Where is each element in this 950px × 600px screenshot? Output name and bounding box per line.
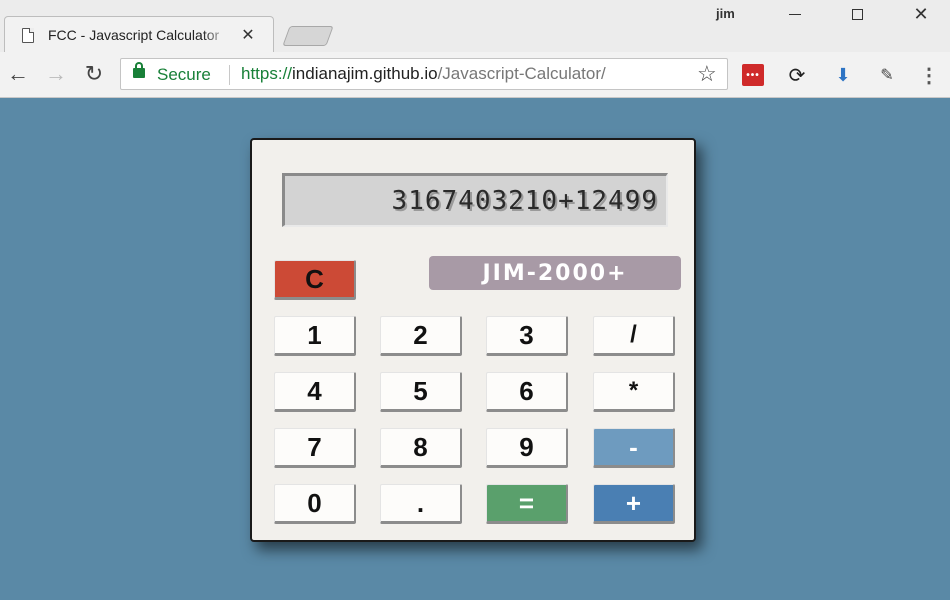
- reload-icon: ↻: [84, 61, 104, 86]
- subtract-button[interactable]: -: [593, 428, 675, 468]
- lastpass-icon[interactable]: •••: [742, 64, 764, 86]
- add-button[interactable]: +: [593, 484, 675, 524]
- equals-button[interactable]: =: [486, 484, 568, 524]
- sync-icon[interactable]: ⟳: [786, 64, 808, 87]
- forward-button[interactable]: →: [42, 60, 70, 88]
- reload-button[interactable]: ↻: [80, 60, 108, 88]
- address-separator: [229, 65, 230, 85]
- star-icon[interactable]: ☆: [697, 61, 717, 87]
- browser-toolbar: ← → ↻ Secure https://indianajim.github.i…: [0, 52, 950, 98]
- browser-title-bar: FCC - Javascript Calculator ✕ jim ✕: [0, 0, 950, 52]
- minimize-button[interactable]: [772, 0, 818, 28]
- url-scheme: https://: [241, 64, 293, 83]
- close-icon: ✕: [913, 4, 929, 24]
- key-6[interactable]: 6: [486, 372, 568, 412]
- divide-button[interactable]: /: [593, 316, 675, 356]
- key-4[interactable]: 4: [274, 372, 356, 412]
- decimal-button[interactable]: .: [380, 484, 462, 524]
- key-9[interactable]: 9: [486, 428, 568, 468]
- key-1[interactable]: 1: [274, 316, 356, 356]
- forward-arrow-icon: →: [45, 61, 67, 86]
- url-host: indianajim.github.io: [292, 64, 438, 83]
- key-7[interactable]: 7: [274, 428, 356, 468]
- back-arrow-icon: ←: [7, 61, 29, 86]
- key-2[interactable]: 2: [380, 316, 462, 356]
- lock-icon: [133, 62, 145, 78]
- page-icon: [22, 27, 34, 43]
- new-tab-button[interactable]: [282, 26, 334, 46]
- key-3[interactable]: 3: [486, 316, 568, 356]
- menu-icon[interactable]: ⋮: [918, 64, 940, 87]
- tab-title[interactable]: FCC - Javascript Calculator: [48, 27, 230, 43]
- calculator-display: 3167403210+12499: [282, 173, 668, 227]
- maximize-button[interactable]: [834, 0, 880, 28]
- minimize-icon: [789, 13, 801, 15]
- tab-close-icon[interactable]: ✕: [240, 25, 256, 45]
- download-icon[interactable]: ⬇: [832, 64, 854, 86]
- key-0[interactable]: 0: [274, 484, 356, 524]
- maximize-icon: [851, 8, 863, 20]
- close-window-button[interactable]: ✕: [898, 0, 944, 28]
- evernote-icon[interactable]: ✎: [876, 64, 898, 86]
- key-5[interactable]: 5: [380, 372, 462, 412]
- clear-button[interactable]: C: [274, 260, 356, 300]
- key-8[interactable]: 8: [380, 428, 462, 468]
- profile-name[interactable]: jim: [716, 6, 735, 21]
- back-button[interactable]: ←: [4, 60, 32, 88]
- calculator: 3167403210+12499 C JIM-2000+ 1 2 3 / 4 5…: [250, 138, 696, 542]
- brand-label: JIM-2000+: [429, 256, 681, 290]
- multiply-button[interactable]: *: [593, 372, 675, 412]
- secure-label: Secure: [157, 65, 211, 84]
- browser-tab-content[interactable]: FCC - Javascript Calculator ✕: [14, 18, 266, 52]
- address-bar[interactable]: Secure https://indianajim.github.io/Java…: [120, 58, 728, 90]
- url-text[interactable]: https://indianajim.github.io/Javascript-…: [241, 64, 606, 84]
- url-path: /Javascript-Calculator/: [437, 64, 606, 83]
